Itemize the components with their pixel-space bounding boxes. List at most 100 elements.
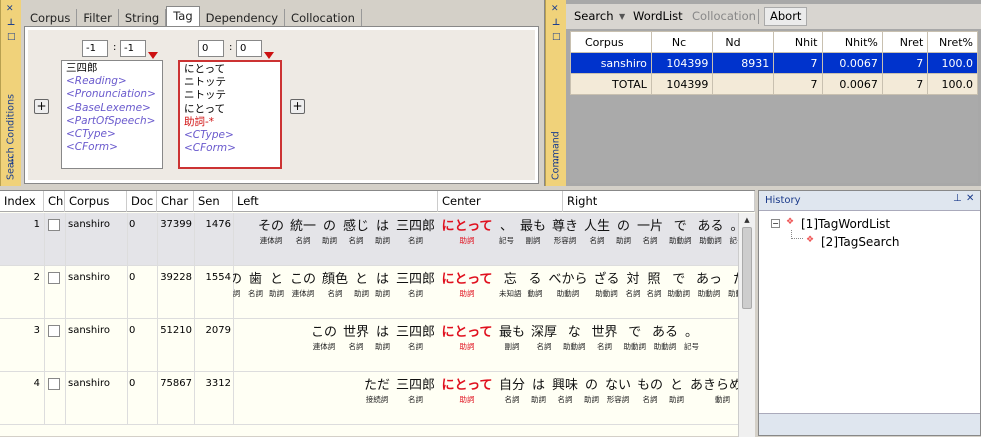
history-item[interactable]: [1]TagWordList <box>801 217 890 231</box>
tab-tag[interactable]: Tag <box>166 6 200 27</box>
token-surface: 統一 <box>289 219 316 234</box>
tab-dependency[interactable]: Dependency <box>200 9 286 27</box>
col-header-index[interactable]: Index <box>0 191 44 212</box>
token-surface: 対 <box>626 272 640 287</box>
col-header-nd[interactable]: Nd <box>712 31 775 53</box>
slot2-colon: : <box>229 42 233 53</box>
pin-icon[interactable]: ⊥ <box>953 193 962 204</box>
slot1-from-input[interactable]: -1 <box>82 40 108 57</box>
row-index: 4 <box>33 378 40 389</box>
token-pos: 助詞 <box>584 395 599 404</box>
tree-connector <box>791 230 803 239</box>
window-icon[interactable]: □ <box>552 32 561 42</box>
vertical-scrollbar[interactable]: ▲ <box>738 213 755 437</box>
tab-string[interactable]: String <box>119 9 167 27</box>
col-header-sen[interactable]: Sen <box>194 191 233 212</box>
col-header-left[interactable]: Left <box>233 191 438 212</box>
tab-collocation[interactable]: Collocation <box>285 9 362 27</box>
close-icon[interactable]: ✕ <box>966 193 974 204</box>
wordlist-button[interactable]: WordList <box>633 4 683 29</box>
history-tree: − ❖ [1]TagWordList ❖ [2]TagSearch <box>759 213 980 416</box>
token-pos: 副詞 <box>525 236 541 245</box>
col-header-center[interactable]: Center <box>438 191 563 212</box>
row-checkbox[interactable] <box>48 378 60 390</box>
more-icon[interactable]: ⋮ <box>8 156 17 166</box>
table-row[interactable]: TOTAL 104399 7 0.0067 7 100.0 <box>570 73 978 95</box>
col-header-nret-pct[interactable]: Nret% <box>927 31 978 53</box>
slot2-dropdown-arrow-icon[interactable] <box>264 52 274 59</box>
col-header-nhit-pct[interactable]: Nhit% <box>821 31 883 53</box>
kwic-keyword: にとって 助詞 <box>438 324 496 351</box>
kwic-token: 顔色 名詞 <box>319 271 351 298</box>
token-surface: の <box>584 378 598 393</box>
token-pos: 助詞 <box>616 236 631 245</box>
kwic-token: その 連体詞 <box>255 218 287 245</box>
slot2-cform: <CForm> <box>184 142 236 155</box>
pin-icon[interactable]: ⊥ <box>7 18 15 28</box>
slot1-reading: <Reading> <box>66 75 127 88</box>
token-pos: 助動詞 <box>697 289 721 298</box>
cell-nhit: 7 <box>773 73 823 95</box>
col-header-char[interactable]: Char <box>157 191 194 212</box>
search-conditions-panel: Search Conditions ✕ ⊥ □ ⋮ Corpus Filter … <box>0 0 541 186</box>
column-divider <box>127 266 128 319</box>
add-slot-after-button[interactable]: + <box>290 99 305 114</box>
kwic-token: な助動詞 <box>560 324 589 351</box>
result-row[interactable]: 1 sanshiro 0 37399 1476 にとって 助詞 三四郎 名詞は助詞 感じ 名詞の助詞… <box>0 213 738 266</box>
token-surface: は <box>531 378 545 393</box>
slot1-to-input[interactable]: -1 <box>120 40 146 57</box>
col-header-check[interactable]: Ch <box>44 191 65 212</box>
token-pos: 助詞 <box>322 236 337 245</box>
dropdown-arrow-icon[interactable]: ▼ <box>619 4 625 29</box>
collocation-button[interactable]: Collocation <box>692 4 756 29</box>
kwic-token: と助詞 <box>351 271 372 298</box>
close-icon[interactable]: ✕ <box>6 4 14 14</box>
cell-nhit-pct: 0.0067 <box>821 52 883 74</box>
kwic-token: 世界 名詞 <box>589 324 621 351</box>
table-row[interactable]: sanshiro 104399 8931 7 0.0067 7 100.0 <box>570 52 978 74</box>
row-checkbox[interactable] <box>48 272 60 284</box>
token-pos: 名詞 <box>327 289 343 298</box>
abort-button[interactable]: Abort <box>764 7 808 26</box>
slot1-tag-box[interactable]: 三四郎 <Reading> <Pronunciation> <BaseLexem… <box>61 60 163 169</box>
window-icon[interactable]: □ <box>7 32 16 42</box>
tab-corpus[interactable]: Corpus <box>24 9 78 27</box>
col-header-nret[interactable]: Nret <box>881 31 929 53</box>
col-header-doc[interactable]: Doc <box>127 191 157 212</box>
command-panel: Command ✕ ⊥ □ ⋮ Search ▼ WordList Colloc… <box>544 0 981 186</box>
col-header-nhit[interactable]: Nhit <box>773 31 823 53</box>
slot2-to-input[interactable]: 0 <box>236 40 262 57</box>
row-index: 3 <box>33 325 40 336</box>
collapse-icon[interactable]: − <box>771 219 780 228</box>
kwic-token: 、記号 <box>496 218 517 245</box>
add-slot-before-button[interactable]: + <box>34 99 49 114</box>
scroll-up-icon[interactable]: ▲ <box>739 213 755 227</box>
token-pos: 名詞 <box>557 395 573 404</box>
history-item[interactable]: [2]TagSearch <box>821 235 900 249</box>
row-char: 39228 <box>160 272 192 283</box>
result-row[interactable]: 3 sanshiro 0 51210 2079 にとって 助詞 三四郎 名詞は助詞 世界 名詞 この連… <box>0 319 738 372</box>
row-checkbox[interactable] <box>48 219 60 231</box>
tab-filter[interactable]: Filter <box>77 9 119 27</box>
result-row[interactable]: 4 sanshiro 0 75867 3312 にとって 助詞 三四郎 名詞 ただ 接続詞 自分 名詞は… <box>0 372 738 425</box>
more-icon[interactable]: ⋮ <box>553 156 562 166</box>
slot1-dropdown-arrow-icon[interactable] <box>148 52 158 59</box>
scroll-thumb[interactable] <box>742 227 752 309</box>
pin-icon[interactable]: ⊥ <box>552 18 560 28</box>
col-header-right[interactable]: Right <box>563 191 755 212</box>
search-button[interactable]: Search <box>574 4 614 29</box>
kwic-token: 人生 名詞 <box>581 218 613 245</box>
close-icon[interactable]: ✕ <box>551 4 559 14</box>
result-row[interactable]: 2 sanshiro 0 39228 1554 にとって 助詞 三四郎 名詞は助詞と助詞 顔色 名詞… <box>0 266 738 319</box>
token-pos: 名詞 <box>625 289 641 298</box>
slot2-from-input[interactable]: 0 <box>198 40 224 57</box>
kwic-token: 三四郎 名詞 <box>393 218 438 245</box>
kwic-token: と助詞 <box>266 271 287 298</box>
col-header-corpus[interactable]: Corpus <box>570 31 652 53</box>
token-pos: 助詞 <box>459 342 475 351</box>
col-header-corpus[interactable]: Corpus <box>65 191 127 212</box>
token-surface: で <box>628 325 642 340</box>
row-checkbox[interactable] <box>48 325 60 337</box>
col-header-nc[interactable]: Nc <box>650 31 714 53</box>
slot2-tag-box[interactable]: にとって ニトッテ ニトッテ にとって 助詞-* <CType> <CForm> <box>178 60 282 169</box>
